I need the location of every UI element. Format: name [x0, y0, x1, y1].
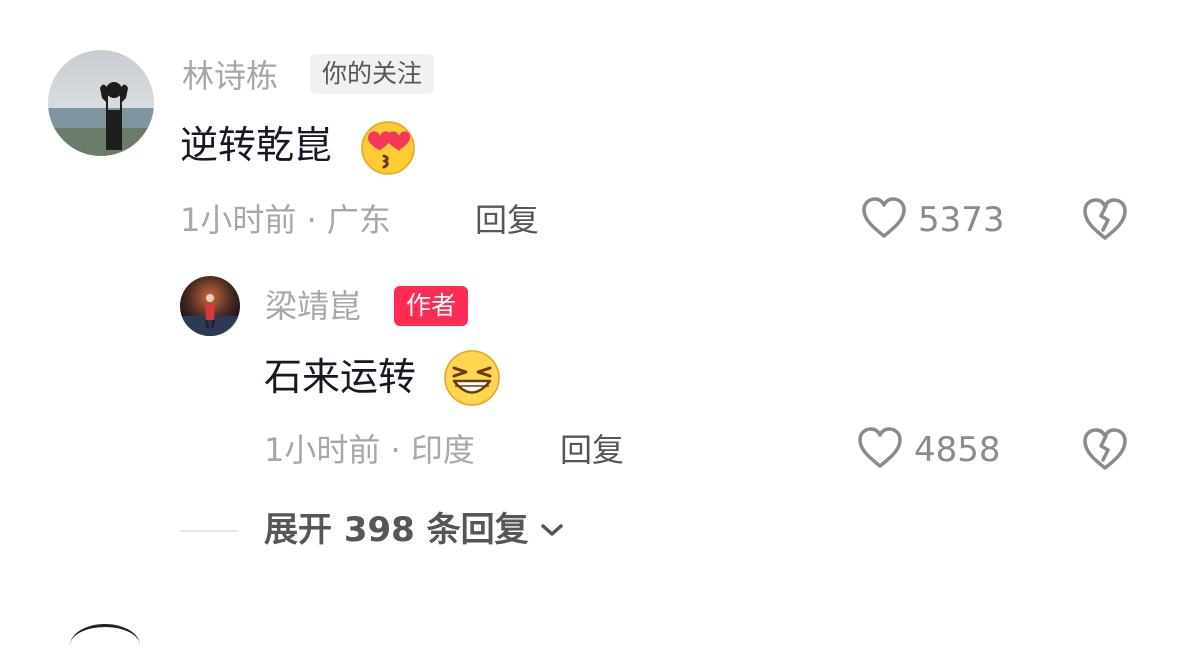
- reply-like-count: 4858: [914, 430, 1001, 470]
- broken-heart-icon: [1083, 428, 1127, 470]
- dislike-button[interactable]: [1081, 196, 1129, 242]
- reply-dislike-button[interactable]: [1081, 426, 1129, 472]
- avatar-beach-person-icon: [48, 50, 154, 156]
- following-badge: 你的关注: [310, 54, 435, 94]
- reply-like-button[interactable]: 4858: [856, 426, 1001, 474]
- chevron-down-icon: [539, 521, 565, 539]
- broken-heart-icon: [1083, 198, 1127, 240]
- avatar-stage-person-icon: [180, 276, 240, 336]
- expand-replies-label: 展开 398 条回复: [264, 510, 529, 550]
- author-badge: 作者: [394, 286, 469, 326]
- heart-outline-icon: [856, 426, 904, 474]
- reply-avatar[interactable]: [180, 276, 240, 336]
- comment-text: 逆转乾崑: [180, 123, 333, 167]
- reply-button[interactable]: 回复: [475, 200, 539, 240]
- comment-meta: 1小时前 · 广东: [180, 201, 391, 239]
- like-button[interactable]: 5373: [860, 196, 1005, 244]
- heart-outline-icon: [860, 196, 908, 244]
- reply-reply-button[interactable]: 回复: [560, 430, 624, 470]
- username[interactable]: 林诗栋: [182, 56, 278, 96]
- expand-divider: [180, 530, 238, 532]
- kissing-heart-eyes-emoji-icon: [359, 118, 417, 176]
- reply-meta: 1小时前 · 印度: [264, 431, 475, 469]
- grinning-squint-emoji-icon: [442, 348, 502, 408]
- reply-username[interactable]: 梁靖崑: [265, 286, 361, 326]
- like-count: 5373: [918, 200, 1005, 240]
- next-comment-avatar-edge: [70, 624, 140, 667]
- avatar[interactable]: [48, 50, 154, 156]
- reply-text: 石来运转: [264, 355, 417, 399]
- expand-replies-button[interactable]: 展开 398 条回复: [264, 508, 565, 552]
